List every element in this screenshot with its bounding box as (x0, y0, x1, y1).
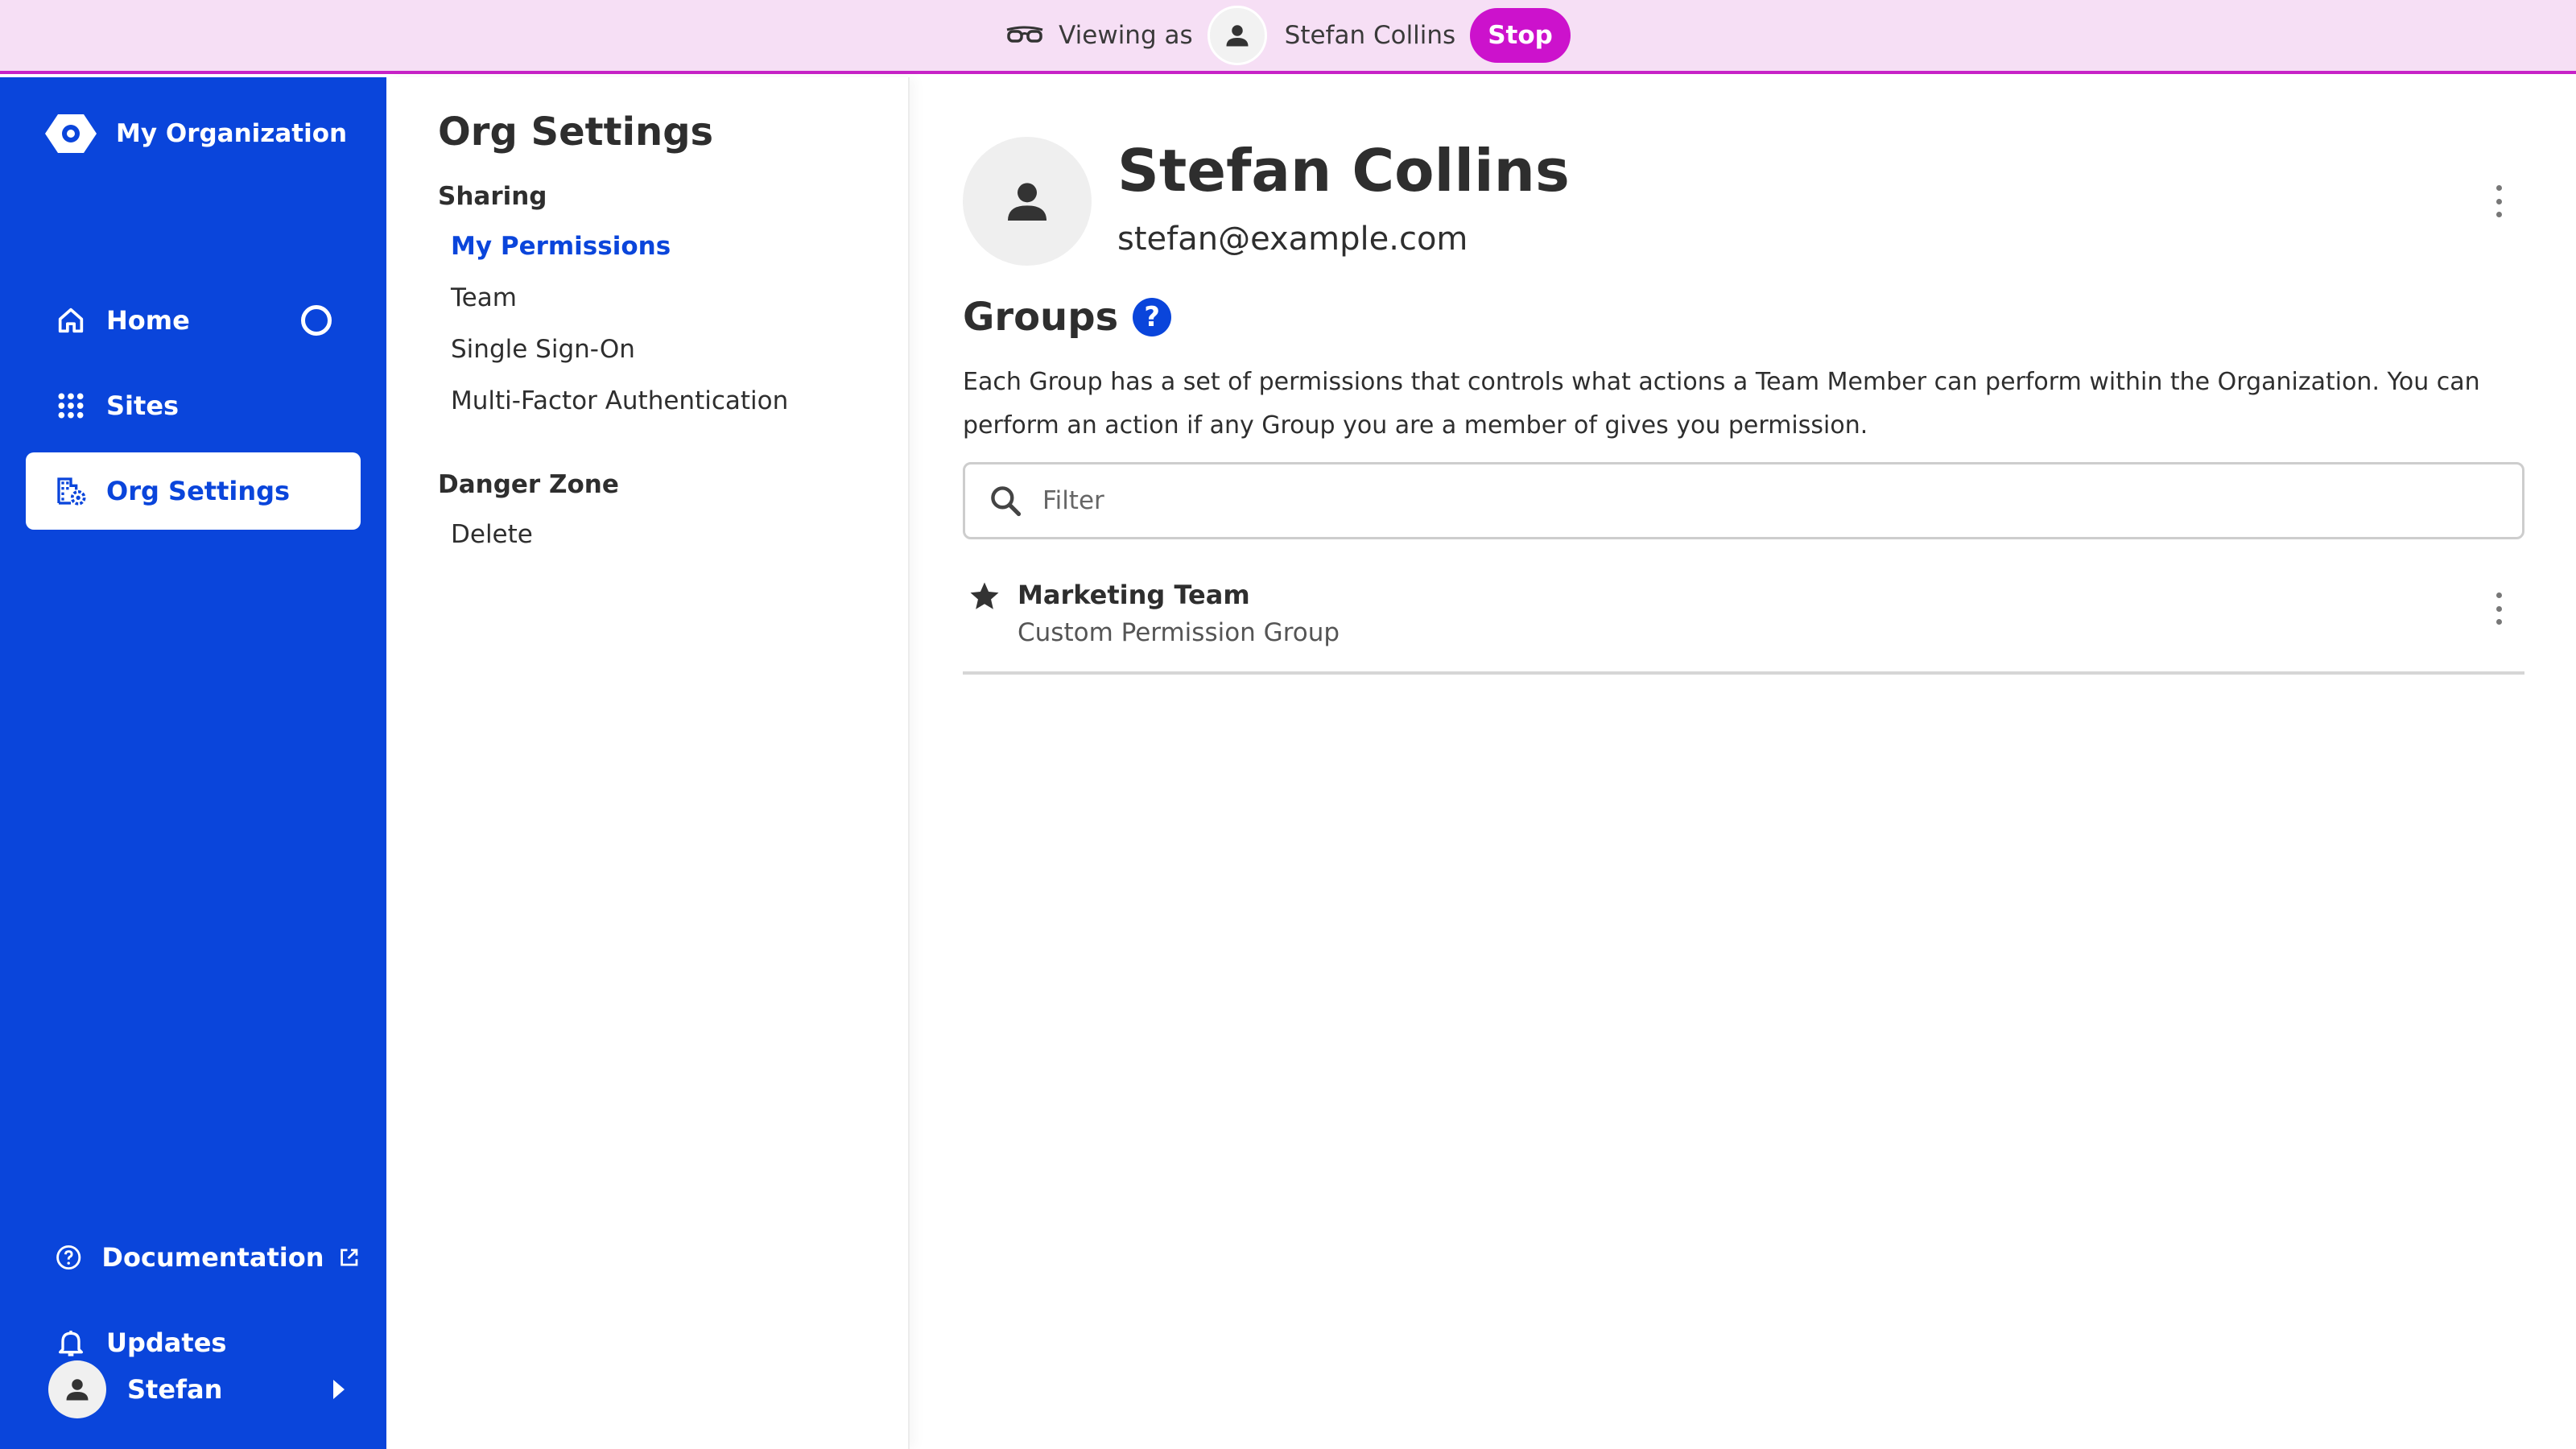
group-more-menu[interactable] (2491, 592, 2507, 625)
help-icon[interactable]: ? (1133, 298, 1172, 336)
impersonation-banner: Viewing as Stefan Collins Stop (0, 0, 2576, 74)
link-mfa[interactable]: Multi-Factor Authentication (451, 386, 788, 415)
groups-heading: Groups ? (963, 295, 1172, 340)
caret-right-icon (333, 1380, 345, 1399)
profile-avatar (963, 137, 1092, 266)
kebab-dot (2496, 592, 2502, 598)
group-name: Marketing Team (1018, 580, 1250, 610)
nav-org-settings[interactable]: Org Settings (26, 452, 361, 530)
kebab-dot (2496, 185, 2502, 191)
filter-input[interactable] (1042, 486, 2411, 515)
subnav-title: Org Settings (438, 109, 714, 155)
person-icon (1226, 25, 1249, 47)
kebab-dot (2496, 212, 2502, 217)
kebab-dot (2496, 619, 2502, 625)
primary-sidebar: My Organization Home Sites Org Settings (0, 77, 386, 1449)
glasses-icon (1006, 26, 1043, 43)
link-team[interactable]: Team (451, 283, 517, 312)
kebab-dot (2496, 198, 2502, 204)
link-delete[interactable]: Delete (451, 520, 533, 549)
link-single-sign-on[interactable]: Single Sign-On (451, 335, 635, 364)
search-icon (991, 486, 1022, 517)
org-switcher[interactable]: My Organization (42, 111, 347, 156)
kebab-dot (2496, 605, 2502, 612)
viewing-as-label: Viewing as (1059, 21, 1193, 50)
group-row[interactable]: Marketing Team Custom Permission Group (963, 560, 2524, 675)
grid-icon (58, 393, 84, 419)
org-name: My Organization (116, 119, 348, 148)
stop-viewing-button[interactable]: Stop (1470, 8, 1571, 63)
nav-documentation[interactable]: Documentation (26, 1219, 361, 1296)
profile-name: Stefan Collins (1117, 137, 1570, 204)
building-gear-icon (57, 477, 86, 506)
groups-description: Each Group has a set of permissions that… (963, 368, 2480, 440)
banner-user-name: Stefan Collins (1284, 21, 1456, 50)
nav-home[interactable]: Home (26, 282, 361, 359)
filter-field[interactable] (963, 462, 2524, 539)
bell-icon (59, 1331, 84, 1356)
nav-home-label: Home (106, 305, 190, 336)
permissions-panel: Stefan Collins stefan@example.com Groups… (911, 77, 2576, 1449)
nav-documentation-label: Documentation (101, 1242, 324, 1273)
profile-email: stefan@example.com (1117, 221, 1468, 258)
nav-sites[interactable]: Sites (26, 367, 361, 444)
help-circle-icon (56, 1245, 81, 1270)
org-logo-icon (45, 114, 97, 153)
person-icon (1008, 183, 1046, 221)
settings-subnav: Org Settings Sharing My Permissions Team… (386, 77, 910, 1449)
nav-sites-label: Sites (106, 390, 180, 421)
star-icon[interactable] (968, 580, 1001, 613)
groups-title: Groups (963, 295, 1119, 340)
section-danger-zone: Danger Zone (438, 470, 619, 499)
nav-updates-label: Updates (106, 1327, 227, 1358)
group-type: Custom Permission Group (1018, 618, 1340, 647)
loading-ring-icon (301, 305, 332, 336)
banner-avatar (1207, 6, 1267, 65)
external-link-icon (341, 1249, 358, 1266)
user-name: Stefan (127, 1374, 223, 1405)
nav-org-settings-label: Org Settings (106, 476, 291, 506)
section-sharing: Sharing (438, 182, 547, 211)
user-avatar (48, 1360, 106, 1418)
profile-more-menu[interactable] (2491, 185, 2507, 217)
link-my-permissions[interactable]: My Permissions (451, 232, 671, 261)
user-menu[interactable]: Stefan (48, 1360, 346, 1418)
home-icon (58, 308, 84, 333)
person-icon (66, 1379, 89, 1401)
